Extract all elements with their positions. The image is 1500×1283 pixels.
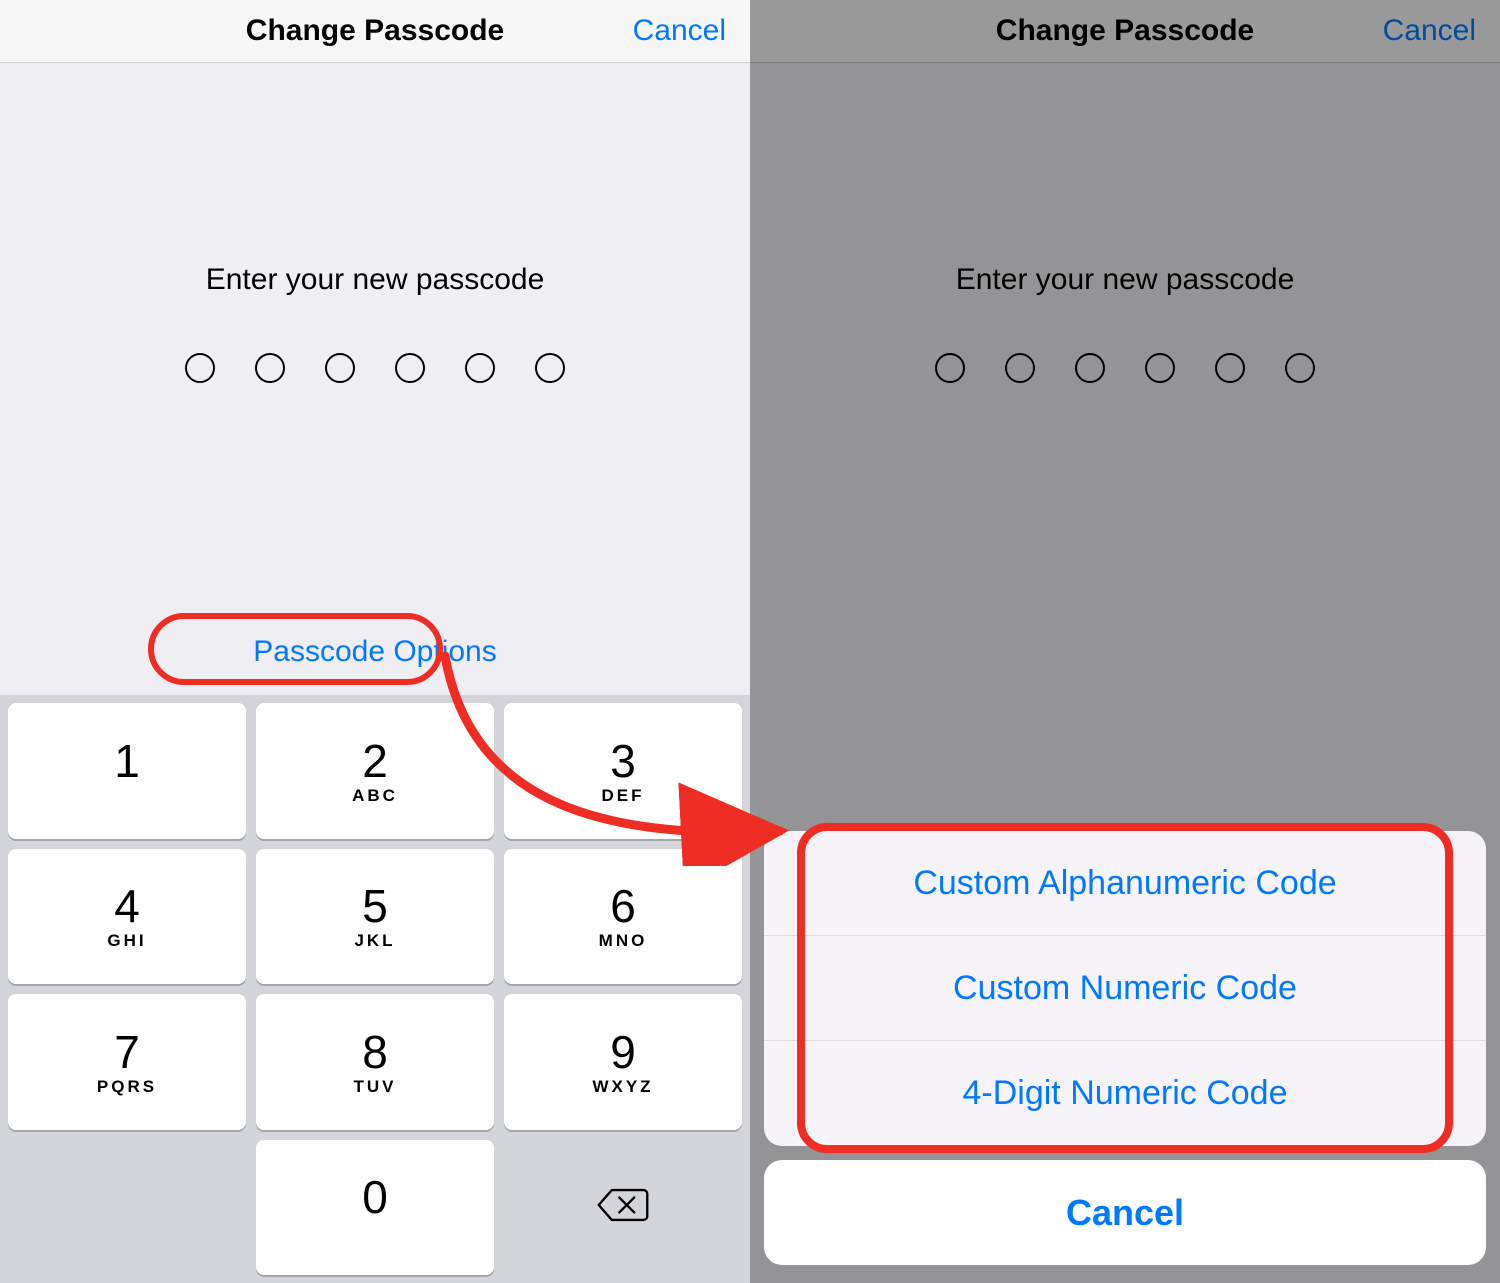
action-sheet: Custom Alphanumeric Code Custom Numeric … <box>764 831 1486 1265</box>
passcode-dot <box>395 353 425 383</box>
passcode-dot <box>465 353 495 383</box>
keypad-letters: MNO <box>599 931 648 949</box>
keypad-digit: 6 <box>610 883 636 929</box>
keypad-key-1[interactable]: 1 <box>8 703 246 839</box>
keypad-digit: 9 <box>610 1029 636 1075</box>
keypad-key-6[interactable]: 6 MNO <box>504 849 742 985</box>
keypad-digit: 3 <box>610 738 636 784</box>
keypad-key-7[interactable]: 7 PQRS <box>8 994 246 1130</box>
keypad-key-9[interactable]: 9 WXYZ <box>504 994 742 1130</box>
passcode-options-button[interactable]: Passcode Options <box>217 623 532 681</box>
keypad-key-3[interactable]: 3 DEF <box>504 703 742 839</box>
keypad-digit: 1 <box>114 738 140 784</box>
keypad-letters: GHI <box>107 931 146 949</box>
passcode-dot <box>535 353 565 383</box>
keypad-letters: ABC <box>352 786 398 804</box>
option-custom-alphanumeric[interactable]: Custom Alphanumeric Code <box>764 831 1486 936</box>
keypad-digit: 4 <box>114 883 140 929</box>
keypad-letters: WXYZ <box>592 1077 653 1095</box>
keypad-key-2[interactable]: 2 ABC <box>256 703 494 839</box>
keypad-digit: 8 <box>362 1029 388 1075</box>
nav-bar: Change Passcode Cancel <box>0 0 750 63</box>
option-4-digit-numeric[interactable]: 4-Digit Numeric Code <box>764 1041 1486 1146</box>
keypad-key-4[interactable]: 4 GHI <box>8 849 246 985</box>
passcode-dot <box>255 353 285 383</box>
keypad-backspace-button[interactable] <box>504 1140 742 1276</box>
keypad-digit: 2 <box>362 738 388 784</box>
keypad-digit: 7 <box>114 1029 140 1075</box>
prompt-text: Enter your new passcode <box>206 263 545 297</box>
backspace-icon <box>595 1185 651 1230</box>
action-sheet-cancel-button[interactable]: Cancel <box>764 1160 1486 1265</box>
left-pane: Change Passcode Cancel Enter your new pa… <box>0 0 750 1283</box>
keypad-key-8[interactable]: 8 TUV <box>256 994 494 1130</box>
passcode-dots <box>185 353 565 383</box>
action-sheet-options: Custom Alphanumeric Code Custom Numeric … <box>764 831 1486 1146</box>
keypad-letters: DEF <box>602 786 645 804</box>
option-custom-numeric[interactable]: Custom Numeric Code <box>764 936 1486 1041</box>
passcode-dot <box>325 353 355 383</box>
keypad-letters: PQRS <box>97 1077 157 1095</box>
keypad-letters: JKL <box>354 931 395 949</box>
keypad-key-5[interactable]: 5 JKL <box>256 849 494 985</box>
cancel-button[interactable]: Cancel <box>633 0 726 62</box>
passcode-dot <box>185 353 215 383</box>
keypad-letters: TUV <box>354 1077 397 1095</box>
numeric-keypad: 1 2 ABC 3 DEF 4 GHI 5 JKL 6 MNO 7 PQRS 8 <box>0 695 750 1283</box>
keypad-digit: 0 <box>362 1174 388 1220</box>
keypad-key-0[interactable]: 0 <box>256 1140 494 1276</box>
keypad-blank <box>8 1140 246 1276</box>
keypad-digit: 5 <box>362 883 388 929</box>
right-pane: Change Passcode Cancel Enter your new pa… <box>750 0 1500 1283</box>
